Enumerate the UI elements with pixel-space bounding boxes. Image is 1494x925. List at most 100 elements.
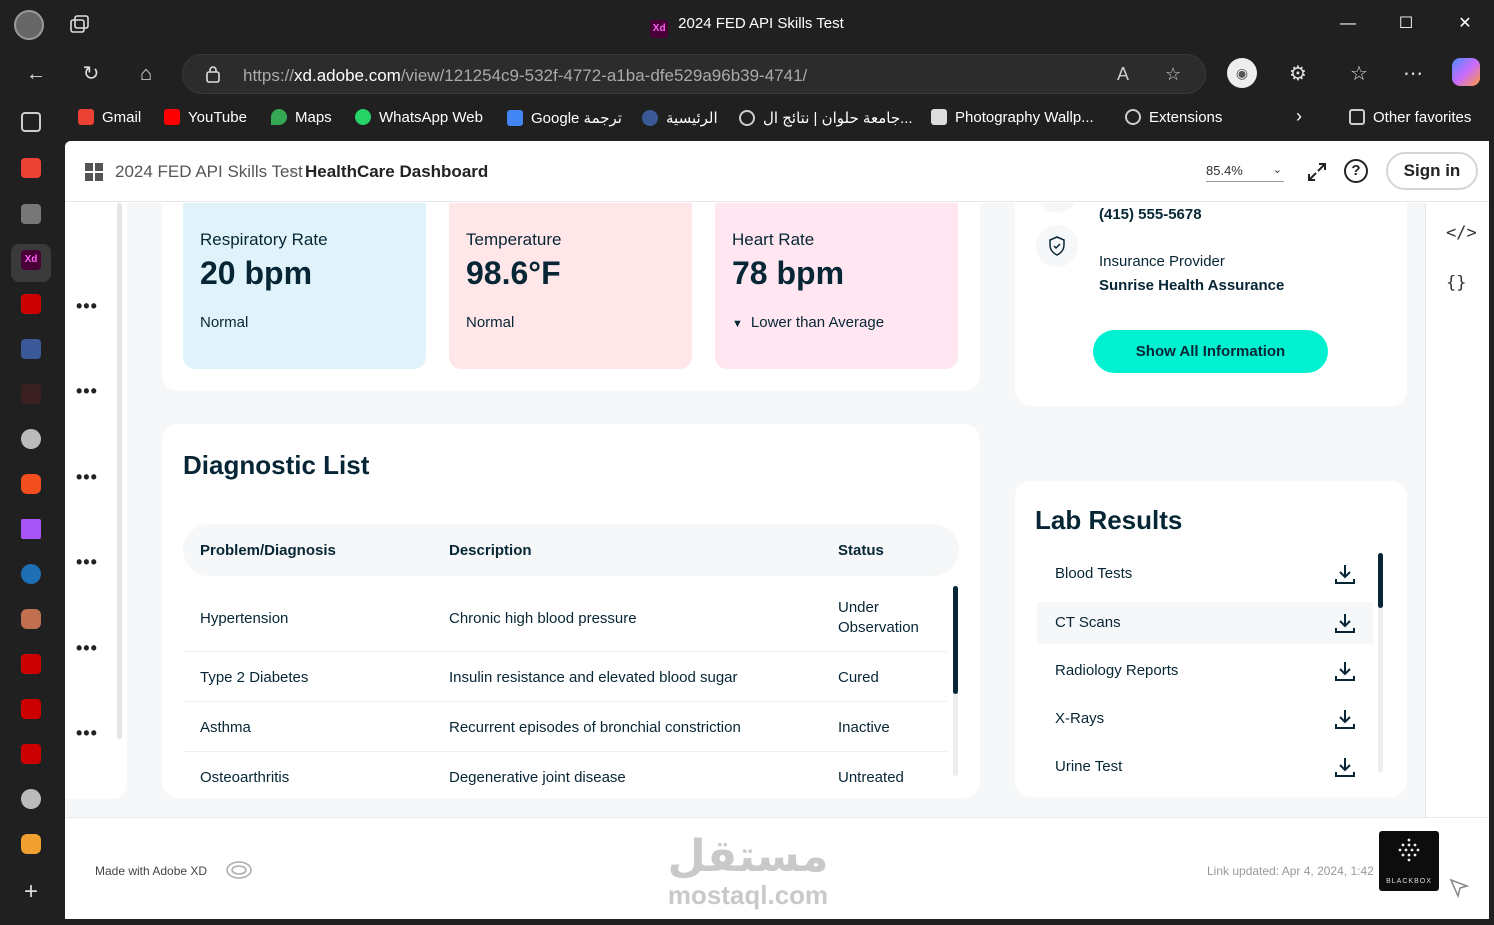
folder-icon [1349, 109, 1365, 125]
table-row: Osteoarthritis Degenerative joint diseas… [183, 752, 947, 798]
chevron-down-icon: ⌄ [1272, 164, 1282, 176]
sign-in-button[interactable]: Sign in [1386, 152, 1478, 190]
app-sidebar-icon[interactable] [21, 384, 41, 404]
download-icon[interactable] [1333, 611, 1357, 635]
breadcrumb-project[interactable]: 2024 FED API Skills Test [115, 162, 303, 182]
vite-sidebar-icon[interactable] [21, 519, 41, 539]
lab-item[interactable]: Blood Tests [1037, 553, 1373, 595]
download-icon[interactable] [1333, 755, 1357, 779]
bookmark-home-arabic[interactable]: الرئيسية [642, 109, 718, 127]
url-text[interactable]: https://xd.adobe.com/view/121254c9-532f-… [243, 66, 807, 86]
prototype-canvas: ••• ••• ••• ••• ••• ••• Respiratory Rate… [65, 203, 1425, 817]
site-sidebar-icon[interactable] [21, 339, 41, 359]
more-options-icon[interactable]: ••• [76, 467, 98, 488]
more-options-icon[interactable]: ••• [76, 296, 98, 317]
blackbox-logo[interactable]: BLACKBOX [1379, 831, 1439, 891]
close-button[interactable]: ✕ [1453, 12, 1477, 36]
react-sidebar-icon[interactable] [21, 564, 41, 584]
download-icon[interactable] [1333, 562, 1357, 586]
table-cell: Degenerative joint disease [449, 769, 626, 786]
copilot-icon[interactable] [1452, 58, 1480, 86]
bookmark-google-translate[interactable]: Google ترجمة [507, 109, 622, 127]
heart-sidebar-icon[interactable] [21, 609, 41, 629]
vital-temperature: Temperature 98.6°F Normal [449, 203, 692, 369]
r-app-icon[interactable] [21, 204, 41, 224]
vital-value: 20 bpm [200, 255, 313, 291]
grid-menu-icon[interactable] [85, 163, 103, 181]
vital-label: Heart Rate [732, 230, 815, 249]
made-with-adobe-xd[interactable]: Made with Adobe XD [95, 864, 207, 878]
table-row: Hypertension Chronic high blood pressure… [183, 584, 947, 652]
table-cell: Chronic high blood pressure [449, 610, 637, 627]
youtube-sidebar-icon[interactable] [21, 294, 41, 314]
youtube-sidebar-icon-4[interactable] [21, 744, 41, 764]
vital-heart-rate: Heart Rate 78 bpm ▼ Lower than Average [715, 203, 958, 369]
bookmark-whatsapp[interactable]: WhatsApp Web [355, 109, 483, 126]
bookmark-extensions[interactable]: Extensions [1125, 109, 1222, 126]
fullscreen-icon[interactable] [1305, 160, 1329, 184]
scrollbar[interactable] [953, 586, 958, 776]
lab-item[interactable]: Radiology Reports [1037, 650, 1373, 692]
figma-sidebar-icon[interactable] [21, 474, 41, 494]
read-aloud-icon[interactable]: A [1117, 64, 1129, 85]
youtube-sidebar-icon-2[interactable] [21, 654, 41, 674]
scrollbar[interactable] [1378, 553, 1383, 773]
bookmarks-bar: Gmail YouTube Maps WhatsApp Web Google ت… [62, 100, 1494, 138]
lab-item[interactable]: Urine Test [1037, 746, 1373, 788]
address-bar[interactable]: https://xd.adobe.com/view/121254c9-532f-… [182, 54, 1206, 94]
bookmark-youtube[interactable]: YouTube [164, 109, 247, 126]
lock-icon[interactable] [205, 65, 221, 83]
translate-icon [507, 110, 523, 126]
tabs-panel-icon[interactable] [21, 112, 41, 132]
bookmarks-overflow-chevron-icon[interactable]: › [1296, 106, 1302, 127]
lab-item[interactable]: X-Rays [1037, 698, 1373, 740]
back-icon[interactable]: ← [22, 60, 50, 88]
mostaql-watermark: مستقل mostaql.com [667, 832, 829, 910]
show-all-information-button[interactable]: Show All Information [1093, 330, 1328, 373]
more-menu-icon[interactable]: ⋯ [1399, 60, 1427, 88]
heart-sidebar-icon-2[interactable] [21, 834, 41, 854]
favorites-icon[interactable]: ☆ [1345, 60, 1373, 88]
download-icon[interactable] [1333, 707, 1357, 731]
zoom-select[interactable]: 85.4% ⌄ [1206, 163, 1284, 182]
more-options-icon[interactable]: ••• [76, 638, 98, 659]
more-options-icon[interactable]: ••• [76, 723, 98, 744]
youtube-sidebar-icon-3[interactable] [21, 699, 41, 719]
diagnostic-list-card: Diagnostic List Problem/Diagnosis Descri… [162, 424, 980, 798]
minimize-button[interactable]: — [1336, 12, 1360, 36]
other-favorites-folder[interactable]: Other favorites [1349, 109, 1471, 126]
code-icon[interactable]: </> [1446, 223, 1477, 243]
bookmark-maps[interactable]: Maps [271, 109, 332, 126]
bookmark-gmail[interactable]: Gmail [78, 109, 141, 126]
maximize-button[interactable]: ☐ [1394, 12, 1418, 36]
extension-circle-icon[interactable]: ◉ [1227, 58, 1257, 88]
specs-braces-icon[interactable]: {} [1446, 273, 1466, 293]
table-cell: Cured [838, 669, 879, 686]
download-icon[interactable] [1333, 659, 1357, 683]
table-row: Asthma Recurrent episodes of bronchial c… [183, 702, 947, 752]
refresh-icon[interactable]: ↻ [77, 60, 105, 88]
gmail-sidebar-icon[interactable] [21, 158, 41, 178]
bookmark-photography[interactable]: Photography Wallp... [931, 109, 1094, 126]
scrollbar[interactable] [117, 203, 122, 739]
favorite-star-icon[interactable]: ☆ [1165, 64, 1181, 85]
github-sidebar-icon[interactable] [21, 429, 41, 449]
breadcrumb-page: HealthCare Dashboard [305, 162, 489, 181]
scrollbar-thumb[interactable] [1378, 553, 1383, 608]
table-cell: Type 2 Diabetes [200, 669, 309, 686]
more-options-icon[interactable]: ••• [76, 381, 98, 402]
site-icon [642, 110, 658, 126]
bookmark-helwan-university[interactable]: جامعة حلوان | نتائج ال... [739, 109, 913, 127]
adobe-xd-sidebar-icon[interactable]: Xd [21, 250, 41, 270]
add-sidebar-icon[interactable]: + [21, 880, 41, 904]
navigation-bar: ← ↻ ⌂ https://xd.adobe.com/view/121254c9… [0, 48, 1494, 100]
extensions-puzzle-icon[interactable]: ⚙ [1284, 60, 1312, 88]
github-sidebar-icon-2[interactable] [21, 789, 41, 809]
more-options-icon[interactable]: ••• [76, 552, 98, 573]
help-icon[interactable]: ? [1344, 159, 1368, 183]
scrollbar-thumb[interactable] [953, 586, 958, 694]
column-header: Status [838, 542, 884, 559]
lab-item[interactable]: CT Scans [1037, 602, 1373, 644]
feedback-cursor-icon[interactable] [1449, 878, 1469, 900]
home-icon[interactable]: ⌂ [132, 60, 160, 88]
